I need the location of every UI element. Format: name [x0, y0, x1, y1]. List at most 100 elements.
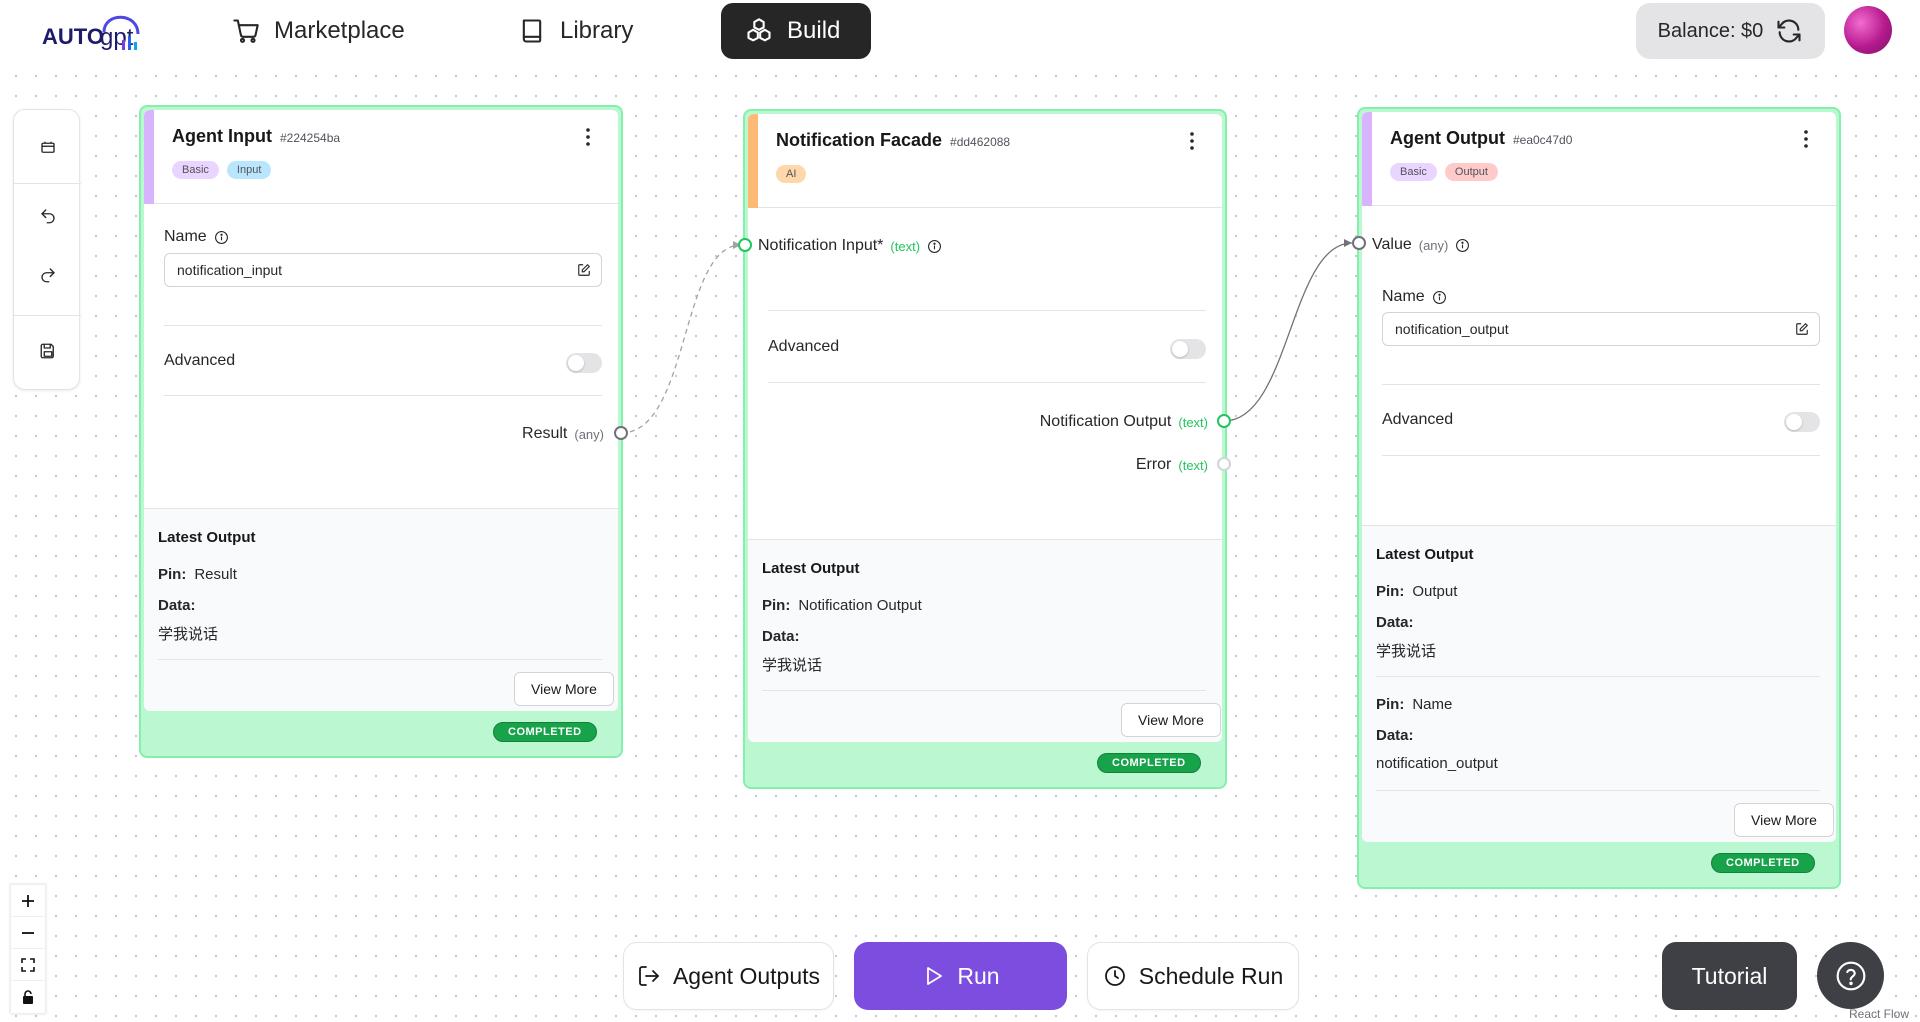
play-icon — [927, 967, 943, 985]
latest-output-title: Latest Output — [1376, 546, 1474, 563]
output-pin-result: Result (any) — [522, 425, 604, 443]
node-notification-facade[interactable]: Notification Facade #dd462088 AI Notific… — [743, 109, 1227, 789]
latest-output-title: Latest Output — [158, 529, 256, 546]
latest-output-panel: Latest Output Pin: Output Data: 学我说话 Pin:… — [1362, 525, 1836, 842]
refresh-icon[interactable] — [1775, 17, 1803, 45]
pin-key: Pin: — [1376, 696, 1405, 713]
schedule-run-button[interactable]: Schedule Run — [1087, 942, 1299, 1010]
name-input[interactable]: notification_output — [1382, 312, 1820, 346]
tutorial-button[interactable]: Tutorial — [1662, 942, 1797, 1010]
name-field-label: Name — [1382, 288, 1447, 306]
lock-icon — [23, 990, 33, 1004]
expand-edit-icon[interactable] — [577, 263, 591, 277]
edge-result-to-notification-input — [620, 244, 742, 434]
data-key: Data: — [158, 597, 196, 614]
pin-label: Value — [1372, 236, 1412, 253]
input-handle-notification-input[interactable] — [738, 238, 752, 252]
react-flow-attribution[interactable]: React Flow — [1849, 1007, 1909, 1021]
advanced-toggle[interactable] — [1784, 412, 1820, 432]
zoom-out-button[interactable] — [11, 917, 45, 949]
node-menu-button[interactable] — [1796, 128, 1816, 150]
nav-build[interactable]: Build — [721, 3, 871, 59]
pin-key: Pin: — [158, 566, 187, 583]
more-vertical-icon — [1190, 132, 1194, 150]
pin-type: (text) — [1178, 457, 1208, 473]
pin-value: Result — [194, 566, 237, 583]
output-handle-notification-output[interactable] — [1217, 414, 1231, 428]
nav-library-label: Library — [560, 17, 634, 44]
view-more-button[interactable]: View More — [1734, 803, 1834, 837]
nav-marketplace[interactable]: Marketplace — [208, 3, 429, 59]
fit-view-button[interactable] — [11, 949, 45, 981]
minus-icon — [22, 931, 34, 934]
pin-value: Notification Output — [798, 597, 922, 614]
input-handle-value[interactable] — [1352, 236, 1366, 250]
output-data-value: notification_output — [1376, 755, 1498, 772]
run-button[interactable]: Run — [854, 942, 1067, 1010]
blocks-icon — [747, 18, 771, 42]
category-badge: Basic — [1390, 163, 1437, 181]
fit-view-icon — [21, 957, 35, 972]
advanced-toggle[interactable] — [566, 353, 602, 373]
node-agent-output[interactable]: Agent Output #ea0c47d0 Basic Output Valu… — [1357, 107, 1841, 889]
undo-button[interactable] — [14, 196, 81, 236]
pin-key: Pin: — [762, 597, 791, 614]
node-menu-button[interactable] — [578, 126, 598, 148]
output-pin-row: Pin: Notification Output — [762, 597, 922, 614]
top-navbar: AUTO gpt Marketplace Library Build Balan… — [0, 0, 1920, 62]
name-input-value: notification_input — [177, 262, 283, 278]
output-handle-result[interactable] — [614, 426, 628, 440]
blocks-button[interactable] — [14, 110, 81, 183]
lock-button[interactable] — [11, 981, 45, 1013]
zoom-in-button[interactable] — [11, 885, 45, 917]
output-data-value: 学我说话 — [1376, 643, 1437, 660]
category-badge: Output — [1444, 163, 1498, 181]
node-menu-button[interactable] — [1182, 130, 1202, 152]
save-icon — [40, 343, 54, 359]
run-label: Run — [957, 962, 1000, 989]
info-icon — [1456, 238, 1470, 252]
help-button[interactable] — [1817, 942, 1884, 1009]
advanced-toggle[interactable] — [1170, 339, 1206, 359]
output-pin-row: Pin: Name — [1376, 696, 1452, 713]
view-more-button[interactable]: View More — [514, 672, 614, 706]
node-title: Notification Facade — [776, 130, 943, 150]
view-more-button[interactable]: View More — [1121, 703, 1221, 737]
svg-text:AUTO: AUTO — [42, 24, 104, 49]
balance-button[interactable]: Balance: $0 — [1636, 3, 1825, 59]
name-label-text: Name — [164, 228, 207, 245]
latest-output-panel: Latest Output Pin: Result Data: 学我说话 View… — [144, 508, 618, 711]
node-agent-input[interactable]: Agent Input #224254ba Basic Input Name n… — [139, 105, 623, 758]
output-data-row: Data: — [762, 628, 808, 645]
output-pin-error: Error (text) — [1136, 456, 1208, 474]
pin-type: (text) — [890, 238, 921, 254]
advanced-label: Advanced — [768, 338, 840, 355]
info-icon — [214, 230, 228, 244]
clock-icon — [1104, 966, 1125, 986]
expand-edit-icon[interactable] — [1795, 322, 1809, 336]
pin-type: (text) — [1178, 414, 1208, 430]
name-input[interactable]: notification_input — [164, 253, 602, 287]
more-vertical-icon — [586, 128, 590, 146]
output-handle-error[interactable] — [1217, 457, 1231, 471]
log-out-icon — [639, 966, 659, 986]
pin-value: Output — [1412, 583, 1458, 600]
builder-toolbar — [13, 109, 81, 390]
autogpt-logo[interactable]: AUTO gpt — [42, 8, 154, 56]
schedule-run-label: Schedule Run — [1138, 962, 1284, 989]
pin-label: Error — [1135, 456, 1172, 473]
latest-output-panel: Latest Output Pin: Notification Output Da… — [748, 539, 1222, 742]
output-data-value: 学我说话 — [762, 657, 823, 674]
category-badge: AI — [776, 165, 807, 183]
pin-label: Notification Input* — [758, 237, 884, 254]
undo-icon — [40, 209, 55, 224]
agent-outputs-button[interactable]: Agent Outputs — [623, 942, 834, 1010]
save-button[interactable] — [14, 331, 81, 371]
nav-library[interactable]: Library — [494, 3, 657, 59]
status-badge: COMPLETED — [1097, 753, 1201, 773]
output-data-value: 学我说话 — [158, 626, 219, 643]
redo-button[interactable] — [14, 255, 81, 295]
plus-icon — [22, 894, 34, 907]
user-avatar[interactable] — [1844, 6, 1892, 54]
data-key: Data: — [1376, 727, 1414, 744]
